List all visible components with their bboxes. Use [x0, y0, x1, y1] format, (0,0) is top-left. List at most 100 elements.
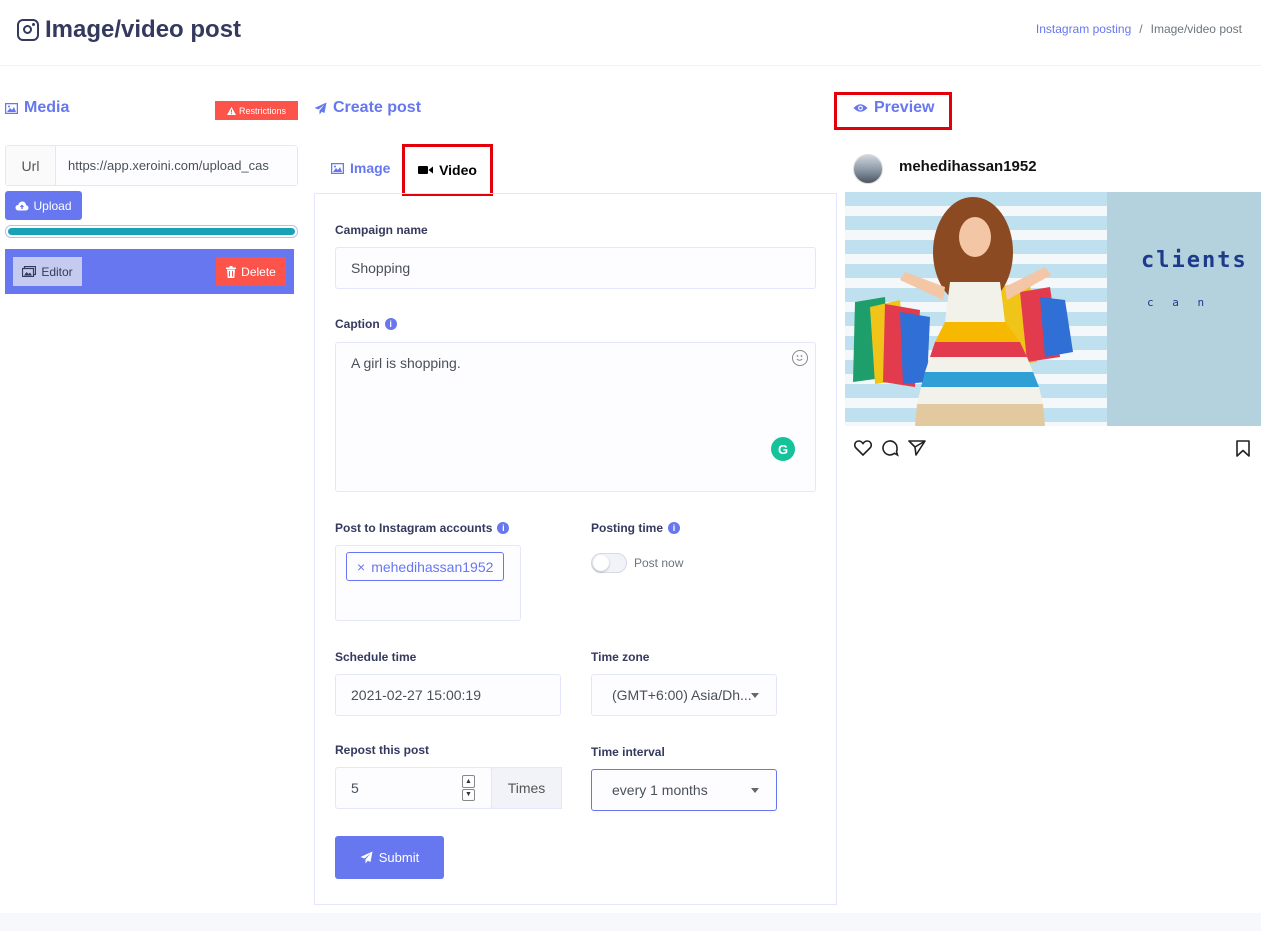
top-bar: Image/video post Instagram posting / Ima…	[0, 0, 1261, 66]
emoji-icon[interactable]	[792, 350, 808, 366]
stepper-down-icon[interactable]: ▼	[462, 788, 475, 801]
url-input-group: Url	[5, 145, 298, 186]
accounts-select[interactable]: × mehedihassan1952	[335, 545, 521, 621]
account-tag-label: mehedihassan1952	[371, 558, 494, 575]
tab-video-label: Video	[439, 162, 477, 178]
image-icon	[5, 102, 18, 114]
submit-button[interactable]: Submit	[335, 836, 444, 879]
caption-label-text: Caption	[335, 317, 380, 331]
submit-label: Submit	[378, 850, 420, 865]
image-text-can: c a n	[1147, 296, 1211, 309]
campaign-name-label: Campaign name	[335, 223, 428, 237]
video-camera-icon	[418, 166, 434, 174]
info-icon[interactable]: i	[668, 522, 681, 534]
time-interval-select[interactable]: every 1 months	[591, 769, 777, 811]
campaign-name-value: Shopping	[351, 260, 411, 276]
times-addon: Times	[491, 767, 562, 809]
bookmark-icon[interactable]	[1233, 438, 1253, 458]
time-zone-value: (GMT+6:00) Asia/Dh...	[612, 687, 752, 703]
upload-button[interactable]: Upload	[5, 191, 82, 220]
media-heading: Media	[5, 99, 69, 117]
breadcrumb-current: Image/video post	[1150, 22, 1242, 36]
image-text-panel: clients c a n	[1107, 192, 1261, 426]
time-interval-label-text: Time interval	[591, 745, 665, 759]
images-icon	[22, 266, 37, 277]
posting-time-label-text: Posting time	[591, 521, 664, 535]
info-icon[interactable]: i	[384, 318, 397, 330]
url-label: Url	[6, 146, 56, 185]
repost-count-value: 5	[351, 780, 359, 796]
url-input[interactable]	[56, 146, 297, 185]
media-heading-text: Media	[24, 99, 70, 116]
tab-video[interactable]: Video	[402, 144, 493, 196]
shopping-girl-illustration	[853, 197, 1073, 426]
create-post-heading: Create post	[314, 99, 421, 117]
time-zone-label-text: Time zone	[591, 650, 650, 664]
schedule-time-input[interactable]: 2021-02-27 15:00:19	[335, 674, 561, 716]
breadcrumb-separator: /	[1139, 22, 1143, 36]
paper-plane-icon	[314, 102, 327, 114]
preview-heading-text: Preview	[874, 99, 935, 116]
chevron-down-icon	[751, 788, 759, 793]
comment-icon[interactable]	[880, 438, 900, 458]
preview-post-image: clients c a n	[845, 192, 1261, 426]
post-actions-bar	[853, 438, 1253, 458]
heart-icon[interactable]	[853, 438, 873, 458]
upload-progress-bar	[5, 225, 298, 238]
number-stepper[interactable]: ▲ ▼	[462, 775, 475, 801]
account-tag: × mehedihassan1952	[346, 552, 505, 581]
schedule-time-label: Schedule time	[335, 650, 416, 664]
warning-icon	[226, 106, 236, 115]
posting-time-label: Posting time i	[591, 521, 681, 535]
breadcrumb: Instagram posting / Image/video post	[1036, 22, 1242, 36]
remove-tag-icon[interactable]: ×	[357, 559, 365, 575]
smiley-face	[796, 355, 803, 361]
delete-label: Delete	[241, 264, 276, 279]
cloud-upload-icon	[15, 201, 29, 210]
upload-label: Upload	[33, 198, 72, 213]
restrictions-badge[interactable]: Restrictions	[215, 101, 298, 120]
editor-button[interactable]: Editor	[13, 257, 82, 286]
accounts-label-text: Post to Instagram accounts	[335, 521, 493, 535]
image-text-clients: clients	[1141, 248, 1248, 273]
delete-button[interactable]: Delete	[216, 257, 286, 286]
editor-label: Editor	[41, 264, 73, 279]
page-title: Image/video post	[17, 16, 241, 44]
upload-progress-fill	[8, 228, 295, 235]
chevron-down-icon	[751, 693, 759, 698]
repost-label: Repost this post	[335, 743, 429, 757]
paper-plane-icon	[360, 851, 373, 864]
toggle-knob	[593, 555, 609, 571]
eye-icon	[853, 104, 868, 112]
time-interval-value: every 1 months	[612, 782, 708, 798]
time-zone-select[interactable]: (GMT+6:00) Asia/Dh...	[591, 674, 777, 716]
repost-label-text: Repost this post	[335, 743, 430, 757]
caption-textarea[interactable]: A girl is shopping. G	[335, 342, 816, 492]
create-post-heading-text: Create post	[333, 99, 422, 116]
time-zone-label: Time zone	[591, 650, 649, 664]
caption-label: Caption i	[335, 317, 397, 331]
schedule-time-value: 2021-02-27 15:00:19	[351, 687, 481, 703]
tab-image[interactable]: Image	[331, 160, 390, 176]
campaign-name-input[interactable]: Shopping	[335, 247, 816, 289]
breadcrumb-instagram-posting[interactable]: Instagram posting	[1036, 22, 1131, 36]
post-now-toggle[interactable]	[591, 553, 627, 573]
share-icon[interactable]	[907, 438, 927, 458]
campaign-name-label-text: Campaign name	[335, 223, 428, 237]
restrictions-label: Restrictions	[238, 105, 286, 116]
preview-username: mehedihassan1952	[899, 158, 1037, 175]
info-icon[interactable]: i	[497, 522, 510, 534]
post-now-label: Post now	[634, 556, 684, 570]
time-interval-label: Time interval	[591, 745, 665, 759]
preview-heading: Preview	[853, 99, 934, 117]
tab-image-label: Image	[350, 160, 391, 176]
caption-value: A girl is shopping.	[351, 355, 461, 371]
page-footer	[0, 913, 1261, 931]
instagram-icon	[17, 19, 39, 41]
stepper-up-icon[interactable]: ▲	[462, 775, 475, 788]
trash-icon	[226, 265, 237, 278]
grammarly-icon[interactable]: G	[771, 437, 795, 461]
avatar	[853, 154, 883, 184]
accounts-label: Post to Instagram accounts i	[335, 521, 510, 535]
image-icon	[331, 162, 344, 174]
